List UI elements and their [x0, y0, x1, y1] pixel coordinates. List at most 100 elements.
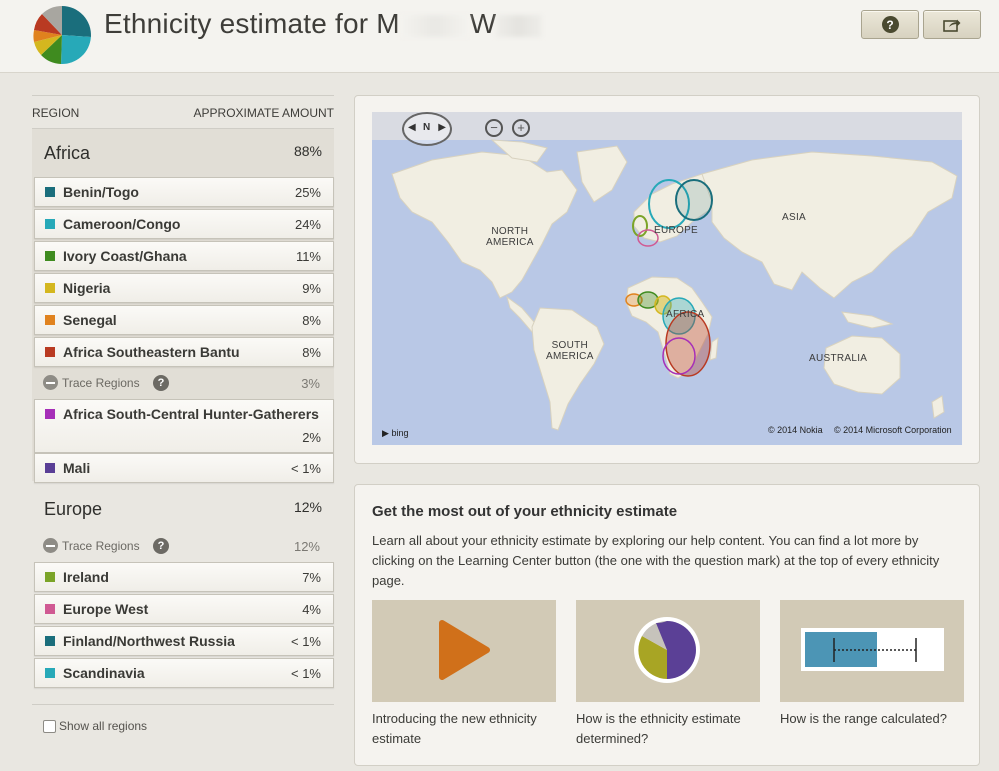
- region-percent: 24%: [294, 217, 321, 232]
- zoom-in-icon[interactable]: +: [512, 119, 530, 137]
- estimate-card[interactable]: [576, 600, 760, 702]
- europe-percent: 12%: [293, 499, 322, 515]
- share-icon: [943, 19, 961, 32]
- region-finland-northwest-russia[interactable]: Finland/Northwest Russia < 1%: [34, 626, 334, 656]
- color-swatch: [45, 463, 55, 473]
- trace-regions-label: Trace Regions: [62, 376, 140, 390]
- africa-trace-regions-toggle[interactable]: Trace Regions ? 3%: [34, 369, 332, 397]
- map-label-australia: AUSTRALIA: [809, 353, 868, 364]
- show-all-regions-checkbox[interactable]: [43, 720, 56, 733]
- range-card[interactable]: [780, 600, 964, 702]
- region-nigeria[interactable]: Nigeria 9%: [34, 273, 334, 303]
- video-card[interactable]: [372, 600, 556, 702]
- color-swatch: [45, 409, 55, 419]
- color-swatch: [45, 668, 55, 678]
- region-percent: 8%: [302, 345, 321, 360]
- region-name: Africa South-Central Hunter-Gatherers: [63, 406, 319, 422]
- range-bar-icon: [801, 628, 944, 671]
- map-label-europe: EUROPE: [654, 225, 699, 236]
- color-swatch: [45, 572, 55, 582]
- collapse-icon[interactable]: [43, 375, 58, 390]
- region-percent: 4%: [302, 602, 321, 617]
- show-all-regions-label[interactable]: Show all regions: [59, 719, 147, 733]
- map-label-south-america: SOUTH AMERICA: [546, 340, 594, 362]
- region-benin-togo[interactable]: Benin/Togo 25%: [34, 177, 334, 207]
- region-percent: 9%: [302, 281, 321, 296]
- color-swatch: [45, 219, 55, 229]
- region-name: Senegal: [63, 312, 117, 328]
- collapse-icon[interactable]: [43, 538, 58, 553]
- redacted-name: [399, 14, 470, 37]
- region-name: Nigeria: [63, 280, 111, 296]
- north-indicator: N: [423, 122, 431, 133]
- africa-title[interactable]: Africa: [44, 143, 90, 164]
- region-scandinavia[interactable]: Scandinavia < 1%: [34, 658, 334, 688]
- region-africa-southeastern-bantu[interactable]: Africa Southeastern Bantu 8%: [34, 337, 334, 367]
- help-icon[interactable]: ?: [153, 375, 169, 391]
- trace-percent: 12%: [293, 539, 320, 554]
- region-percent: 8%: [302, 313, 321, 328]
- range-card-caption[interactable]: How is the range calculated?: [780, 709, 964, 729]
- map-label-north-america: NORTH AMERICA: [486, 226, 534, 248]
- region-table-header: REGION APPROXIMATE AMOUNT: [32, 95, 334, 129]
- region-percent: < 1%: [291, 666, 321, 681]
- copyright-microsoft: © 2014 Microsoft Corporation: [834, 425, 952, 435]
- region-name: Ireland: [63, 569, 109, 585]
- help-panel-description: Learn all about your ethnicity estimate …: [372, 533, 940, 588]
- region-name: Mali: [63, 460, 91, 476]
- region-name: Ivory Coast/Ghana: [63, 248, 187, 264]
- map-navigation-control[interactable]: ◀ N ▶: [402, 112, 452, 146]
- region-name: Cameroon/Congo: [63, 216, 181, 232]
- color-swatch: [45, 251, 55, 261]
- africa-percent: 88%: [293, 143, 322, 159]
- share-button[interactable]: [923, 10, 981, 39]
- estimate-card-caption[interactable]: How is the ethnicity estimate determined…: [576, 709, 760, 749]
- region-ireland[interactable]: Ireland 7%: [34, 562, 334, 592]
- color-swatch: [45, 283, 55, 293]
- region-percent: 11%: [295, 249, 321, 264]
- color-swatch: [45, 604, 55, 614]
- help-panel-title: Get the most out of your ethnicity estim…: [372, 503, 678, 520]
- trace-regions-label: Trace Regions: [62, 539, 140, 553]
- region-column-header: REGION: [32, 106, 80, 120]
- region-europe-west[interactable]: Europe West 4%: [34, 594, 334, 624]
- learning-center-button[interactable]: ?: [861, 10, 919, 39]
- region-cameroon-congo[interactable]: Cameroon/Congo 24%: [34, 209, 334, 239]
- region-ivory-coast-ghana[interactable]: Ivory Coast/Ghana 11%: [34, 241, 334, 271]
- region-mali[interactable]: Mali < 1%: [34, 453, 334, 483]
- bing-icon: ▶: [382, 428, 389, 438]
- page-header: Ethnicity estimate for MW ?: [0, 0, 999, 73]
- europe-title[interactable]: Europe: [44, 499, 102, 520]
- region-percent: 7%: [302, 570, 321, 585]
- color-swatch: [45, 315, 55, 325]
- play-icon: [439, 620, 490, 680]
- region-name: Scandinavia: [63, 665, 145, 681]
- map-panel: ◀ N ▶ − + NORTH AMERICA SOUTH AMERICA EU…: [354, 95, 980, 464]
- video-card-caption[interactable]: Introducing the new ethnicity estimate: [372, 709, 556, 749]
- region-name: Africa Southeastern Bantu: [63, 344, 240, 360]
- amount-column-header: APPROXIMATE AMOUNT: [193, 106, 334, 120]
- region-africa-south-central-hunter-gatherers[interactable]: Africa South-Central Hunter-Gatherers 2%: [34, 399, 334, 453]
- map-label-africa: AFRICA: [666, 309, 705, 320]
- color-swatch: [45, 636, 55, 646]
- show-all-regions-row: Show all regions: [32, 704, 334, 733]
- question-icon: ?: [881, 16, 899, 33]
- region-senegal[interactable]: Senegal 8%: [34, 305, 334, 335]
- copyright-nokia: © 2014 Nokia: [768, 425, 823, 435]
- region-percent: < 1%: [291, 634, 321, 649]
- region-name: Benin/Togo: [63, 184, 139, 200]
- help-icon[interactable]: ?: [153, 538, 169, 554]
- region-percent: 25%: [294, 185, 321, 200]
- page-title: Ethnicity estimate for MW: [104, 8, 543, 40]
- europe-trace-regions-toggle[interactable]: Trace Regions ? 12%: [34, 532, 332, 560]
- ethnicity-pie-logo: [33, 6, 91, 65]
- pan-left-icon[interactable]: ◀: [408, 122, 416, 133]
- world-map-graphic: [372, 112, 962, 431]
- world-map[interactable]: ◀ N ▶ − + NORTH AMERICA SOUTH AMERICA EU…: [372, 112, 962, 445]
- zoom-out-icon[interactable]: −: [485, 119, 503, 137]
- map-label-asia: ASIA: [782, 212, 806, 223]
- region-name: Europe West: [63, 601, 149, 617]
- pan-right-icon[interactable]: ▶: [438, 122, 446, 133]
- trace-percent: 3%: [301, 376, 320, 391]
- help-content-panel: Get the most out of your ethnicity estim…: [354, 484, 980, 766]
